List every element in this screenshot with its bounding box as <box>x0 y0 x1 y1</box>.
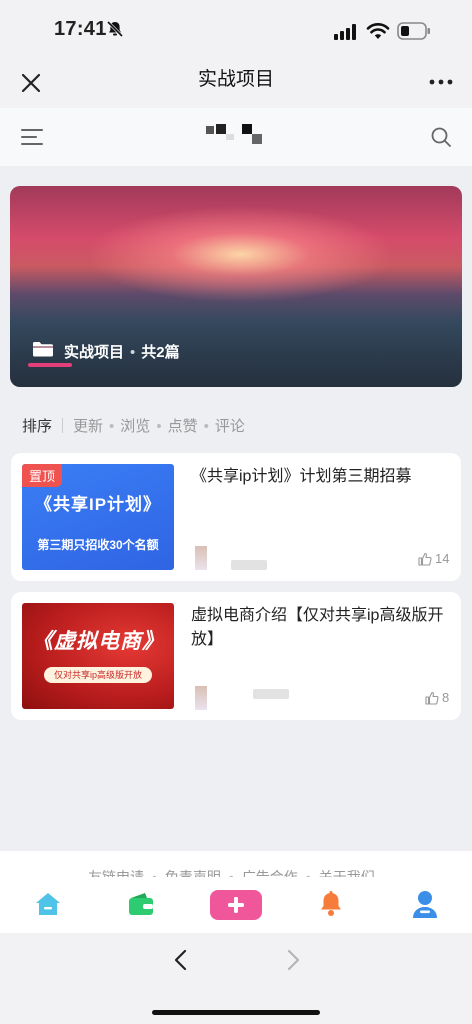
sort-option-likes[interactable]: 点赞 <box>168 418 198 435</box>
site-logo[interactable] <box>200 120 272 152</box>
hero-underline <box>28 363 72 367</box>
pinned-badge: 置顶 <box>22 464 63 487</box>
thumbnail-title: 《虚拟电商》 <box>32 630 164 653</box>
bell-off-icon <box>106 20 124 38</box>
more-icon[interactable] <box>426 70 456 94</box>
avatar <box>195 546 207 570</box>
thumbnail-subtitle: 仅对共享ip高级版开放 <box>44 667 152 683</box>
sort-divider <box>62 418 64 433</box>
forward-arrow-icon[interactable] <box>284 948 302 972</box>
thumbs-up-icon[interactable] <box>425 691 439 705</box>
folder-icon <box>33 342 53 357</box>
sort-bar: 排序 更新 • 浏览 • 点赞 • 评论 <box>22 415 245 436</box>
battery-icon <box>397 22 430 40</box>
article-thumbnail[interactable]: 《虚拟电商》 仅对共享ip高级版开放 <box>22 603 174 709</box>
bell-icon[interactable] <box>317 890 345 918</box>
page-title: 实战项目 <box>197 69 274 90</box>
article-card[interactable]: 《虚拟电商》 仅对共享ip高级版开放 虚拟电商介绍【仅对共享ip高级版开放】 8 <box>11 592 461 720</box>
thumbs-up-icon[interactable] <box>418 552 432 566</box>
footer-link-about[interactable]: 关于我们 <box>319 869 375 877</box>
status-time: 17:41 <box>54 18 107 40</box>
separator-dot: • <box>109 418 115 435</box>
separator-dot: • <box>130 344 136 361</box>
avatar <box>195 686 207 710</box>
footer: 友链申请 • 免责声明 • 广告合作 • 关于我们 <box>0 851 472 877</box>
search-icon[interactable] <box>430 126 452 148</box>
sort-option-update[interactable]: 更新 <box>73 418 103 435</box>
footer-link-disclaimer[interactable]: 免责声明 <box>165 869 221 877</box>
sort-label: 排序 <box>22 418 53 435</box>
like-count: 14 <box>435 551 450 566</box>
separator-dot: • <box>203 418 209 435</box>
hero-caption: 实战项目 • 共2篇 <box>64 341 180 362</box>
back-arrow-icon[interactable] <box>172 948 190 972</box>
article-card[interactable]: 《共享IP计划》 第三期只招收30个名额 置顶 《共享ip计划》计划第三期招募 … <box>11 453 461 581</box>
sort-option-views[interactable]: 浏览 <box>120 418 150 435</box>
home-indicator <box>152 1010 320 1015</box>
author-name <box>253 689 289 699</box>
article-title[interactable]: 虚拟电商介绍【仅对共享ip高级版开放】 <box>191 604 445 652</box>
like-count: 8 <box>442 690 450 705</box>
author-name <box>231 560 267 570</box>
wallet-icon[interactable] <box>127 892 155 916</box>
signal-icon <box>334 24 356 40</box>
user-icon[interactable] <box>411 889 439 919</box>
footer-link-ads[interactable]: 广告合作 <box>242 869 298 877</box>
separator-dot: • <box>152 869 157 877</box>
separator-dot: • <box>228 869 234 877</box>
article-thumbnail[interactable]: 《共享IP计划》 第三期只招收30个名额 置顶 <box>22 464 174 570</box>
menu-icon[interactable] <box>20 126 44 148</box>
separator-dot: • <box>305 869 311 877</box>
hero-category-name: 实战项目 <box>64 344 125 361</box>
thumbnail-title: 《共享IP计划》 <box>34 495 162 514</box>
separator-dot: • <box>156 418 162 435</box>
footer-link-friend[interactable]: 友链申请 <box>88 869 144 877</box>
wifi-icon <box>366 22 390 39</box>
hero-article-count: 共2篇 <box>141 344 180 361</box>
add-icon[interactable] <box>210 890 262 920</box>
thumbnail-subtitle: 第三期只招收30个名额 <box>37 538 159 552</box>
home-icon[interactable] <box>34 891 62 917</box>
footer-links: 友链申请 • 免责声明 • 广告合作 • 关于我们 <box>88 867 375 877</box>
sort-option-comments[interactable]: 评论 <box>215 418 245 435</box>
article-title[interactable]: 《共享ip计划》计划第三期招募 <box>191 465 445 489</box>
